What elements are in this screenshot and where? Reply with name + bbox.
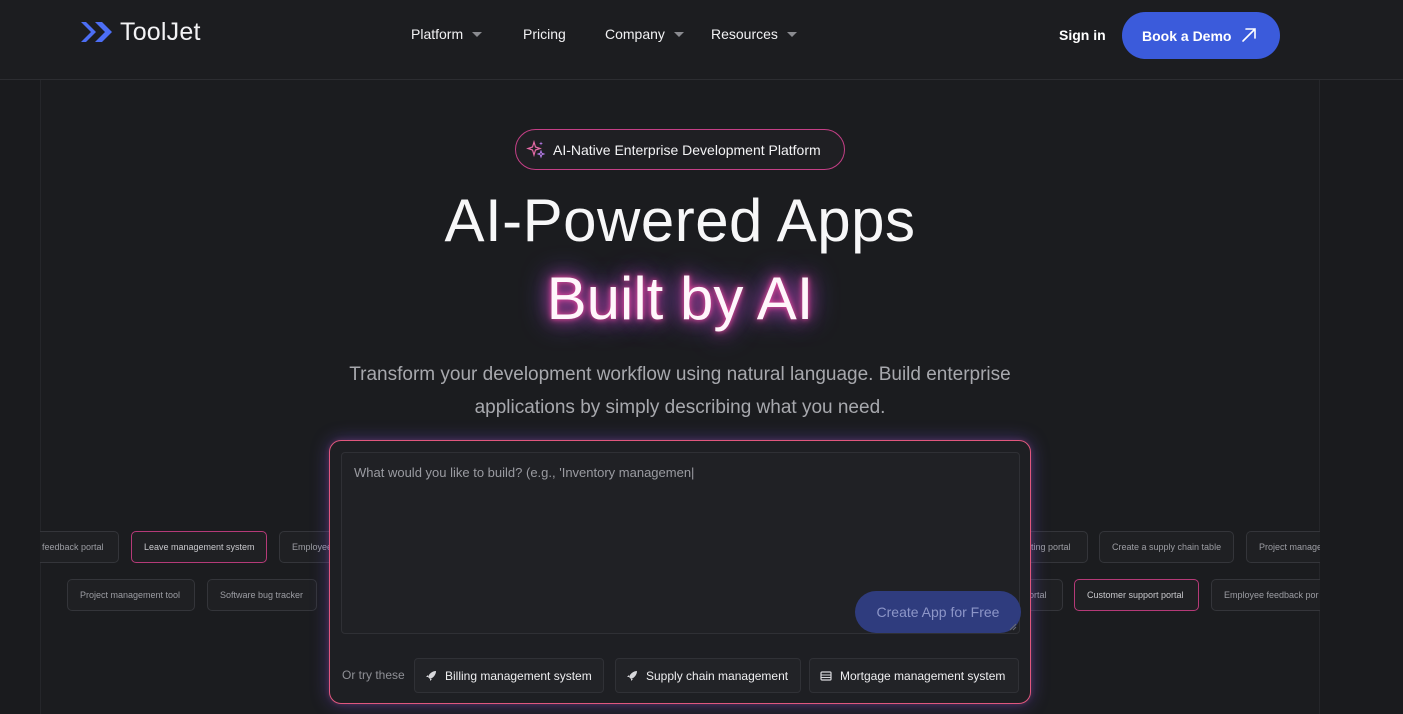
sign-in-link[interactable]: Sign in: [1059, 27, 1106, 43]
suggestion-mortgage[interactable]: Mortgage management system: [809, 658, 1019, 693]
nav-company-label: Company: [605, 26, 665, 42]
build-prompt-input[interactable]: What would you like to build? (e.g., 'In…: [341, 452, 1021, 634]
chevron-down-icon: [472, 31, 483, 37]
nav-pricing[interactable]: Pricing: [523, 26, 566, 42]
tag-employee-feedback[interactable]: Employee feedback por: [1211, 579, 1320, 611]
tag-leave-management[interactable]: Leave management system: [131, 531, 267, 563]
nav-resources-label: Resources: [711, 26, 778, 42]
book-demo-label: Book a Demo: [1142, 27, 1232, 44]
resize-handle-icon[interactable]: [1009, 623, 1017, 631]
book-demo-button[interactable]: Book a Demo: [1122, 12, 1280, 59]
prompt-card: What would you like to build? (e.g., 'In…: [329, 440, 1031, 704]
arrow-up-right-icon: [1242, 28, 1256, 42]
create-app-button[interactable]: Create App for Free: [855, 591, 1021, 633]
suggestion-supply-chain[interactable]: Supply chain management: [615, 658, 801, 693]
suggestion-billing-label: Billing management system: [445, 668, 592, 683]
site-header: ToolJet Platform Pricing Company Resourc…: [0, 0, 1403, 80]
hero-subtitle: Transform your development workflow usin…: [349, 364, 1011, 418]
badge-text: AI-Native Enterprise Development Platfor…: [553, 141, 821, 158]
nav-company[interactable]: Company: [605, 26, 684, 42]
hero-title-line2: Built by AI: [546, 265, 814, 332]
tag-project-manage[interactable]: Project manage: [1246, 531, 1320, 563]
nav-pricing-label: Pricing: [523, 26, 566, 42]
tag-project-management-tool[interactable]: Project management tool: [67, 579, 195, 611]
sparkle-icon: [526, 140, 546, 159]
nav-platform[interactable]: Platform: [411, 26, 483, 42]
tag-supply-chain-table[interactable]: Create a supply chain table: [1099, 531, 1234, 563]
suggestion-supply-chain-label: Supply chain management: [646, 668, 789, 683]
nav-platform-label: Platform: [411, 26, 464, 42]
table-icon: [820, 671, 832, 681]
tag-software-bug-tracker[interactable]: Software bug tracker: [207, 579, 317, 611]
platform-badge: AI-Native Enterprise Development Platfor…: [515, 129, 845, 170]
suggestion-mortgage-label: Mortgage management system: [840, 668, 1006, 683]
tag-feedback-portal[interactable]: feedback portal: [40, 531, 119, 563]
chevron-down-icon: [786, 31, 797, 37]
prompt-placeholder: What would you like to build? (e.g., 'In…: [354, 465, 695, 480]
tag-customer-support-portal[interactable]: Customer support portal: [1074, 579, 1199, 611]
try-these-label: Or try these: [342, 668, 405, 682]
nav-resources[interactable]: Resources: [711, 26, 797, 42]
chevron-down-icon: [673, 31, 684, 37]
rocket-icon: [426, 671, 436, 681]
suggestion-billing[interactable]: Billing management system: [414, 658, 604, 693]
hero-title-line1: AI-Powered Apps: [444, 187, 916, 254]
rocket-icon: [627, 671, 637, 681]
